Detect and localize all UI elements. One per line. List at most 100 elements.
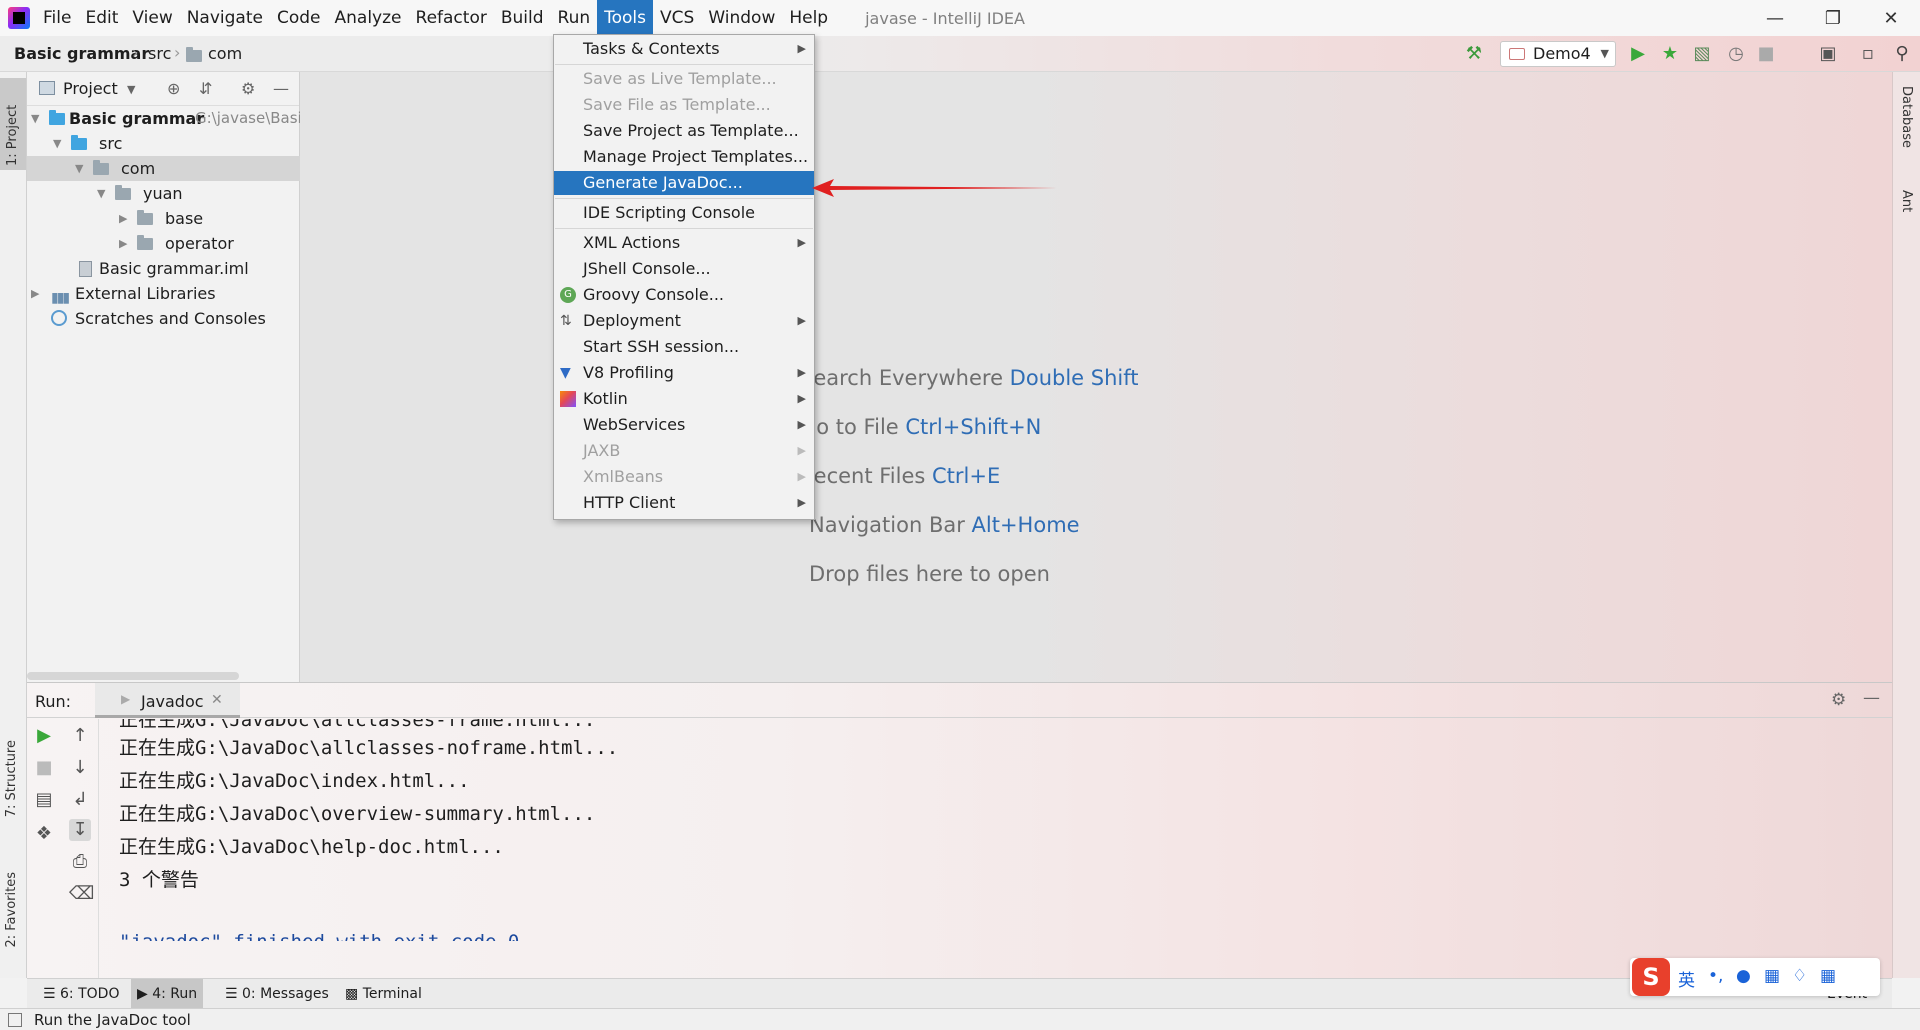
gear-icon[interactable]: ⚙	[241, 79, 255, 98]
menu-item-manage-project-templates[interactable]: Manage Project Templates...	[554, 145, 814, 169]
collapsed-arrow-icon[interactable]: ▶	[31, 281, 39, 306]
menu-item-xml-actions[interactable]: XML Actions ▶	[554, 231, 814, 255]
menu-build[interactable]: Build	[494, 0, 551, 36]
project-structure-icon[interactable]: ▣	[1818, 44, 1838, 64]
breadcrumb-com[interactable]: com	[208, 44, 242, 63]
locate-icon[interactable]: ⊕	[167, 79, 180, 98]
run-icon[interactable]: ▶	[1628, 44, 1648, 64]
menu-refactor[interactable]: Refactor	[409, 0, 494, 36]
restore-button[interactable]: ❐	[1804, 0, 1862, 36]
collapsed-arrow-icon[interactable]: ▶	[119, 231, 127, 256]
hide-panel-icon[interactable]: —	[1863, 688, 1880, 708]
ime-language-toggle[interactable]: 英	[1678, 966, 1695, 991]
menu-code[interactable]: Code	[270, 0, 328, 36]
breadcrumb-project[interactable]: Basic grammar	[14, 44, 149, 63]
menu-view[interactable]: View	[125, 0, 179, 36]
menu-navigate[interactable]: Navigate	[180, 0, 270, 36]
tab-favorites[interactable]: 2: Favorites	[4, 872, 19, 948]
run-configuration-select[interactable]: Demo4 ▼	[1500, 41, 1616, 67]
horizontal-scrollbar[interactable]	[27, 672, 239, 680]
rerun-icon[interactable]: ▶	[33, 725, 55, 747]
menu-edit[interactable]: Edit	[78, 0, 125, 36]
scroll-to-end-icon[interactable]: ↧	[69, 819, 91, 841]
menu-item-save-live-template[interactable]: Save as Live Template...	[554, 67, 814, 91]
build-hammer-icon[interactable]: ⚒	[1464, 44, 1484, 64]
tree-item-yuan[interactable]: ▼ yuan	[27, 181, 300, 206]
breadcrumb-src[interactable]: src	[148, 44, 171, 63]
expanded-arrow-icon[interactable]: ▼	[97, 181, 105, 206]
chevron-down-icon[interactable]: ▼	[127, 83, 135, 96]
tab-database[interactable]: Database	[1899, 86, 1914, 148]
down-arrow-icon[interactable]: ↓	[69, 757, 91, 779]
collapsed-arrow-icon[interactable]: ▶	[119, 206, 127, 231]
console-output[interactable]: 正在生成G:\JavaDoc\allclasses-frame.html... …	[119, 719, 1879, 941]
trash-icon[interactable]: ⌫	[69, 883, 94, 905]
minimize-button[interactable]: —	[1746, 0, 1804, 36]
menu-item-start-ssh-session[interactable]: Start SSH session...	[554, 335, 814, 359]
menu-tools[interactable]: Tools	[597, 0, 654, 36]
hide-panel-icon[interactable]: —	[273, 79, 289, 98]
microphone-icon[interactable]: ●	[1736, 966, 1751, 986]
tree-item-src[interactable]: ▼ src	[27, 131, 300, 156]
gear-icon[interactable]: ⚙	[1831, 690, 1846, 710]
tree-item-iml[interactable]: Basic grammar.iml	[27, 256, 300, 281]
tab-messages[interactable]: ☰ 0: Messages	[219, 979, 335, 1009]
menu-item-tasks-contexts[interactable]: Tasks & Contexts ▶	[554, 37, 814, 61]
menu-item-xmlbeans[interactable]: XmlBeans ▶	[554, 465, 814, 489]
expanded-arrow-icon[interactable]: ▼	[31, 106, 39, 131]
search-icon[interactable]: ⚲	[1892, 44, 1912, 64]
menu-item-generate-javadoc[interactable]: Generate JavaDoc...	[554, 171, 814, 195]
tree-item-external-libraries[interactable]: ▶ ▮▮▮ External Libraries	[27, 281, 300, 306]
menu-analyze[interactable]: Analyze	[328, 0, 409, 36]
tab-run[interactable]: ▶ 4: Run	[131, 979, 204, 1009]
tab-structure[interactable]: 7: Structure	[4, 740, 19, 817]
expanded-arrow-icon[interactable]: ▼	[75, 156, 83, 181]
stop-icon[interactable]: ■	[33, 757, 55, 779]
tree-item-project-root[interactable]: ▼ Basic grammar G:\javase\Basic	[27, 106, 300, 131]
coverage-icon[interactable]: ▧	[1692, 44, 1712, 64]
keyboard-icon[interactable]: ▦	[1764, 966, 1780, 986]
pin-icon[interactable]: ❖	[33, 823, 55, 845]
tab-project[interactable]: 1: Project	[0, 78, 26, 170]
menu-item-groovy-console[interactable]: G Groovy Console...	[554, 283, 814, 307]
tree-item-scratches[interactable]: Scratches and Consoles	[27, 306, 300, 331]
sogou-logo-icon[interactable]: S	[1632, 958, 1670, 996]
menu-item-http-client[interactable]: HTTP Client ▶	[554, 491, 814, 515]
menu-help[interactable]: Help	[782, 0, 835, 36]
layout-icon[interactable]: ▫	[1858, 44, 1878, 64]
menu-item-jshell-console[interactable]: JShell Console...	[554, 257, 814, 281]
menu-item-deployment[interactable]: ⇅ Deployment ▶	[554, 309, 814, 333]
tab-terminal[interactable]: ▩ Terminal	[339, 979, 428, 1009]
profile-icon[interactable]: ◷	[1726, 44, 1746, 64]
menu-item-webservices[interactable]: WebServices ▶	[554, 413, 814, 437]
menu-item-save-file-template[interactable]: Save File as Template...	[554, 93, 814, 117]
menu-item-ide-scripting-console[interactable]: IDE Scripting Console	[554, 201, 814, 225]
expanded-arrow-icon[interactable]: ▼	[53, 131, 61, 156]
menu-run[interactable]: Run	[551, 0, 598, 36]
menu-file[interactable]: File	[36, 0, 78, 36]
project-panel-title[interactable]: Project	[63, 79, 118, 98]
tree-item-com[interactable]: ▼ com	[27, 156, 300, 181]
tab-todo[interactable]: ☰ 6: TODO	[37, 979, 125, 1009]
tree-item-base[interactable]: ▶ base	[27, 206, 300, 231]
collapse-all-icon[interactable]: ⇵	[199, 79, 212, 98]
restore-layout-icon[interactable]: ▤	[33, 789, 55, 811]
punctuation-icon[interactable]: •,	[1708, 966, 1723, 986]
menu-item-v8-profiling[interactable]: ▼ V8 Profiling ▶	[554, 361, 814, 385]
tab-ant[interactable]: Ant	[1899, 190, 1914, 212]
close-window-button[interactable]: ✕	[1862, 0, 1920, 36]
debug-bug-icon[interactable]: ★	[1660, 44, 1680, 64]
run-tab-javadoc[interactable]: ▶ Javadoc ✕	[95, 683, 240, 718]
close-icon[interactable]: ✕	[211, 692, 223, 708]
soft-wrap-icon[interactable]: ↲	[69, 789, 91, 811]
print-icon[interactable]: ⎙	[69, 851, 91, 873]
stop-icon[interactable]: ■	[1756, 44, 1776, 64]
toolbox-grid-icon[interactable]: ▦	[1820, 966, 1836, 986]
menu-item-save-project-template[interactable]: Save Project as Template...	[554, 119, 814, 143]
menu-item-jaxb[interactable]: JAXB ▶	[554, 439, 814, 463]
tree-item-operator[interactable]: ▶ operator	[27, 231, 300, 256]
menu-vcs[interactable]: VCS	[653, 0, 701, 36]
tool-windows-toggle-icon[interactable]	[8, 1013, 22, 1027]
up-arrow-icon[interactable]: ↑	[69, 725, 91, 747]
skin-icon[interactable]: ♢	[1792, 966, 1807, 986]
